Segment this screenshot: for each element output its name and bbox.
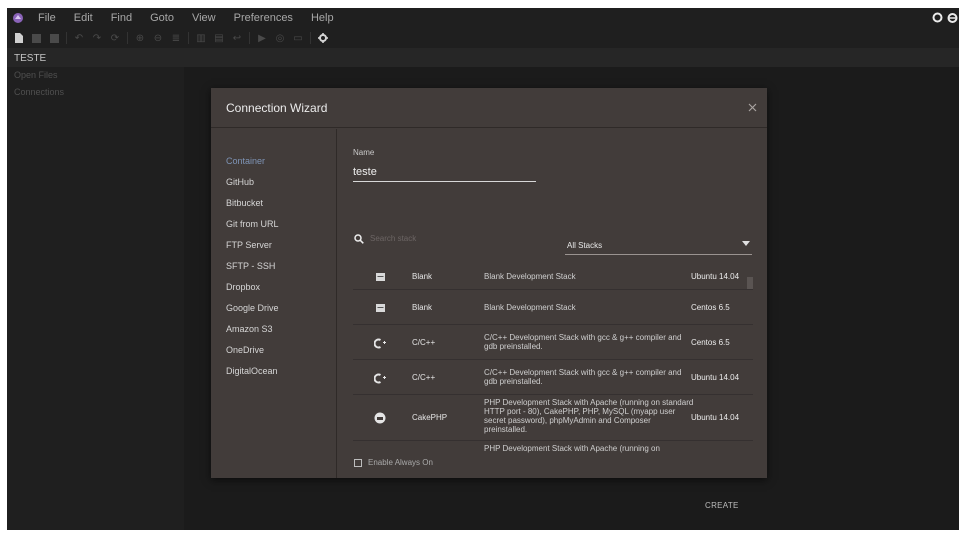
nav-dropbox[interactable]: Dropbox <box>211 281 336 302</box>
stack-description: PHP Development Stack with Apache (runni… <box>484 444 660 453</box>
wizard-nav: Container GitHub Bitbucket Git from URL … <box>211 129 337 478</box>
table-row[interactable]: C/C++ C/C++ Development Stack with gcc &… <box>353 360 753 395</box>
stack-list-scrollbar[interactable] <box>747 277 753 289</box>
undo-icon[interactable]: ↶ <box>73 32 85 44</box>
stack-description: Blank Development Stack <box>484 303 576 312</box>
toolbar: ↶ ↷ ⟳ ⊕ ⊖ ≣ ▥ ▤ ↩ ▶ ◎ ▭ <box>7 28 959 48</box>
cpp-stack-icon <box>374 372 386 384</box>
nav-github[interactable]: GitHub <box>211 176 336 197</box>
wizard-content: Name All Stacks Blank Blank Development … <box>338 129 767 510</box>
stack-os: Centos 6.5 <box>691 338 730 347</box>
blank-stack-icon <box>374 302 386 314</box>
open-files-link[interactable]: Open Files <box>7 67 184 84</box>
split-icon[interactable]: ▥ <box>195 32 207 44</box>
connection-wizard-dialog: Connection Wizard Container GitHub Bitbu… <box>211 88 767 510</box>
split-alt-icon[interactable]: ▤ <box>213 32 225 44</box>
stack-description: C/C++ Development Stack with gcc & g++ c… <box>484 368 682 386</box>
stack-name: C/C++ <box>412 373 436 382</box>
menu-help[interactable]: Help <box>302 8 343 28</box>
nav-bitbucket[interactable]: Bitbucket <box>211 197 336 218</box>
menu-view[interactable]: View <box>183 8 225 28</box>
nav-google-drive[interactable]: Google Drive <box>211 302 336 323</box>
chevron-down-icon <box>742 241 750 246</box>
app-window: File Edit Find Goto View Preferences Hel… <box>7 8 959 530</box>
menu-goto[interactable]: Goto <box>141 8 183 28</box>
gear-icon[interactable] <box>317 32 329 44</box>
toolbar-divider <box>188 32 189 44</box>
nav-ftp-server[interactable]: FTP Server <box>211 239 336 260</box>
new-file-icon[interactable] <box>12 32 24 44</box>
table-row[interactable]: Blank Blank Development Stack Centos 6.5 <box>353 290 753 325</box>
save-icon[interactable] <box>30 32 42 44</box>
stack-name: C/C++ <box>412 338 436 347</box>
search-icon <box>354 234 364 244</box>
search-stack-input[interactable] <box>370 231 550 246</box>
table-row[interactable]: PHP Development Stack with Apache (runni… <box>353 441 753 455</box>
table-row[interactable]: C/C++ C/C++ Development Stack with gcc &… <box>353 325 753 360</box>
toolbar-divider <box>310 32 311 44</box>
stack-name: Blank <box>412 272 433 281</box>
cakephp-stack-icon <box>374 412 386 424</box>
dialog-title: Connection Wizard <box>226 101 328 115</box>
create-button[interactable]: CREATE <box>705 501 739 510</box>
name-input[interactable] <box>353 162 536 182</box>
nav-git-from-url[interactable]: Git from URL <box>211 218 336 239</box>
nav-amazon-s3[interactable]: Amazon S3 <box>211 323 336 344</box>
always-on-label: Enable Always On <box>368 458 433 467</box>
table-row[interactable]: CakePHP PHP Development Stack with Apach… <box>353 395 753 441</box>
always-on-toggle[interactable]: Enable Always On <box>354 458 433 467</box>
stack-os: Centos 6.5 <box>691 303 730 312</box>
zoom-in-icon[interactable]: ⊕ <box>134 32 146 44</box>
wrap-icon[interactable]: ↩ <box>231 32 243 44</box>
stack-list[interactable]: Blank Blank Development Stack Ubuntu 14.… <box>353 266 753 455</box>
refresh-icon[interactable]: ⟳ <box>109 32 121 44</box>
connections-link[interactable]: Connections <box>7 84 184 101</box>
menu-file[interactable]: File <box>29 8 65 28</box>
stack-description: Blank Development Stack <box>484 272 576 281</box>
table-row[interactable]: Blank Blank Development Stack Ubuntu 14.… <box>353 266 753 290</box>
settings-icon[interactable] <box>946 10 959 25</box>
nav-digitalocean[interactable]: DigitalOcean <box>211 365 336 386</box>
stack-filter-select[interactable]: All Stacks <box>565 235 752 255</box>
stack-description: PHP Development Stack with Apache (runni… <box>484 398 694 434</box>
php-stack-icon <box>374 451 386 455</box>
app-logo-icon[interactable] <box>7 8 29 28</box>
menu-bar: File Edit Find Goto View Preferences Hel… <box>7 8 959 28</box>
blank-stack-icon <box>374 271 386 283</box>
save-all-icon[interactable] <box>48 32 60 44</box>
stack-os: Ubuntu 14.04 <box>691 413 740 422</box>
always-on-checkbox[interactable] <box>354 458 362 467</box>
menu-find[interactable]: Find <box>102 8 141 28</box>
close-button[interactable] <box>745 100 759 114</box>
zoom-out-icon[interactable]: ⊖ <box>152 32 164 44</box>
stop-icon[interactable]: ◎ <box>274 32 286 44</box>
stack-filter-value: All Stacks <box>567 241 603 250</box>
stack-os: Ubuntu 14.04 <box>691 373 740 382</box>
nav-sftp-ssh[interactable]: SFTP - SSH <box>211 260 336 281</box>
menu-preferences[interactable]: Preferences <box>225 8 302 28</box>
stack-name: CakePHP <box>412 413 448 422</box>
toolbar-divider <box>66 32 67 44</box>
cpp-stack-icon <box>374 337 386 349</box>
name-label: Name <box>353 148 375 157</box>
stack-os: Ubuntu 14.04 <box>691 272 740 281</box>
toolbar-divider <box>127 32 128 44</box>
run-icon[interactable]: ▶ <box>256 32 268 44</box>
project-bar: TESTE <box>7 48 959 67</box>
close-icon <box>748 103 756 111</box>
nav-onedrive[interactable]: OneDrive <box>211 344 336 365</box>
left-sidebar: Open Files Connections <box>7 67 184 530</box>
top-right-icons <box>931 10 959 25</box>
toolbar-divider <box>249 32 250 44</box>
redo-icon[interactable]: ↷ <box>91 32 103 44</box>
dialog-header: Connection Wizard <box>211 88 767 128</box>
nav-container[interactable]: Container <box>211 155 336 176</box>
account-icon[interactable] <box>931 10 944 25</box>
project-title[interactable]: TESTE <box>7 53 46 64</box>
menu-edit[interactable]: Edit <box>65 8 102 28</box>
format-icon[interactable]: ≣ <box>170 32 182 44</box>
stack-name: Blank <box>412 303 433 312</box>
stack-description: C/C++ Development Stack with gcc & g++ c… <box>484 333 682 351</box>
terminal-icon[interactable]: ▭ <box>292 32 304 44</box>
